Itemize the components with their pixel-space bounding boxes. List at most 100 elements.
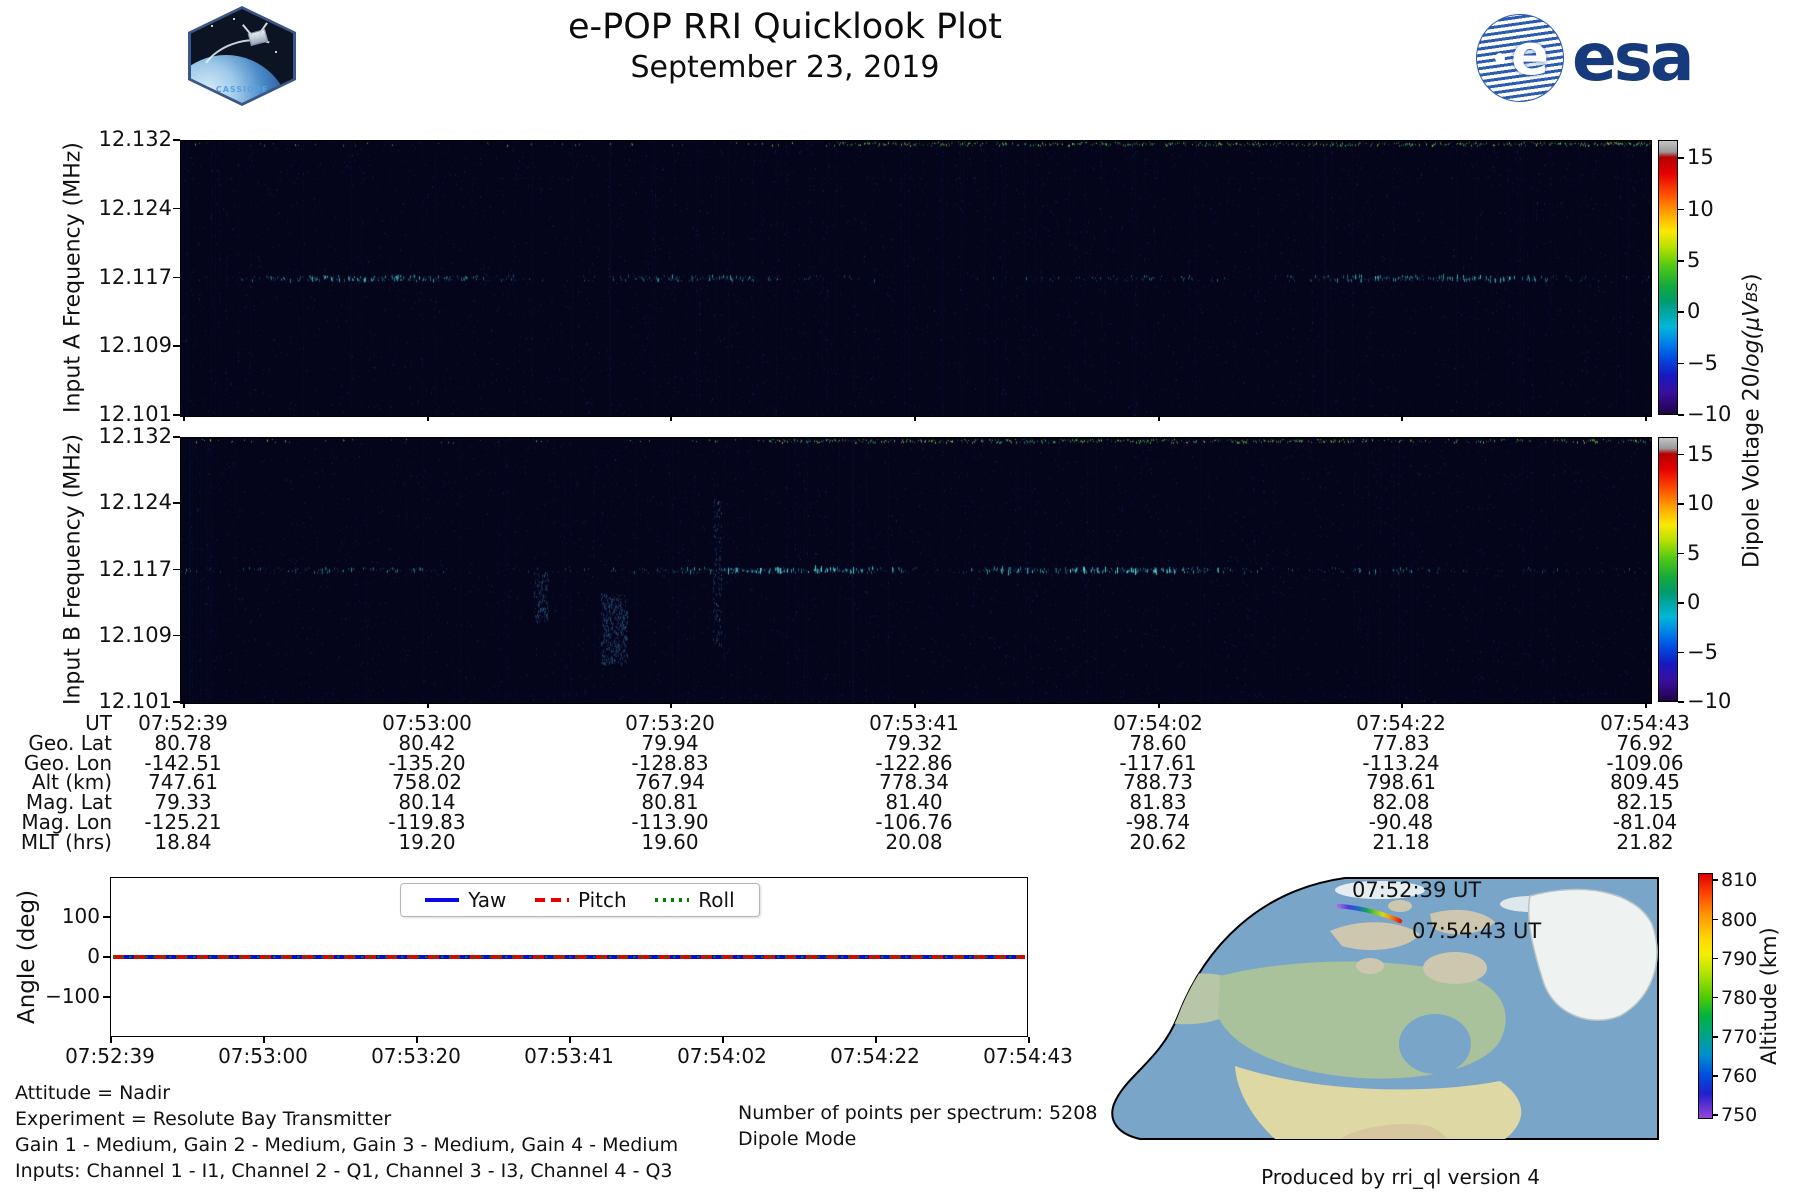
alt-tick-label: 770 [1721, 1026, 1758, 1048]
alt-tick-mark [1713, 996, 1718, 999]
quicklook-plot-page: CASSIOPE e-POP RRI Quicklook Plot Septem… [0, 0, 1800, 1200]
altitude-colorbar [1698, 873, 1713, 1119]
dipole-voltage-colorbar-label: Dipole Voltage 20 log(μV BS) [1735, 140, 1769, 702]
alt-tick-label: 800 [1721, 908, 1758, 931]
legend-entry-roll: Roll [655, 888, 735, 912]
legend-label-roll: Roll [698, 888, 735, 912]
header-titles: e-POP RRI Quicklook Plot September 23, 2… [330, 6, 1240, 86]
colorbar-label-normal: Dipole Voltage 20 [1739, 373, 1765, 569]
angle-time-tick-mark [263, 1037, 265, 1043]
experiment-text: Experiment = Resolute Bay Transmitter [15, 1108, 392, 1130]
freq-tick-label: 12.132 [98, 424, 172, 448]
gains-text: Gain 1 - Medium, Gain 2 - Medium, Gain 3… [15, 1134, 679, 1156]
track-end-label: 07:54:43 UT [1412, 919, 1541, 943]
attitude-legend: Yaw Pitch Roll [400, 883, 760, 917]
time-tick-mark [914, 702, 916, 708]
time-tick-mark [1645, 702, 1647, 708]
track-start-label: 07:52:39 UT [1352, 878, 1481, 902]
baffin-island [1423, 952, 1487, 984]
freq-tick-mark [173, 701, 180, 703]
dipole-voltage-colorbar-b [1658, 437, 1678, 702]
input-b-spectrogram-canvas [180, 437, 1652, 704]
alt-tick-mark [1713, 1114, 1718, 1116]
angle-time-tick-mark [875, 1037, 877, 1043]
colorbar-tick-mark [1678, 651, 1684, 654]
colorbar-tick-label: −10 [1687, 689, 1732, 713]
freq-tick-label: 12.117 [98, 264, 172, 289]
angle-time-tick-label: 07:53:41 [524, 1044, 614, 1068]
angle-tick-label: 0 [87, 944, 100, 968]
freq-tick-label: 12.109 [98, 622, 172, 647]
esa-wordmark: esa [1572, 19, 1695, 96]
table-cell: 18.84 [154, 829, 212, 854]
attitude-text: Attitude = Nadir [15, 1082, 171, 1104]
cassiope-patch-background: CASSIOPE [191, 9, 293, 103]
colorbar-tick-mark [1678, 157, 1684, 159]
freq-tick-mark [173, 414, 180, 416]
colorbar-tick-mark [1678, 453, 1684, 456]
legend-entry-pitch: Pitch [534, 888, 627, 912]
colorbar-label-italic: log(μV [1739, 302, 1765, 374]
dipole-mode-text: Dipole Mode [738, 1128, 857, 1150]
freq-tick-label: 12.132 [98, 127, 172, 151]
freq-tick-mark [173, 436, 180, 438]
colorbar-tick-label: 0 [1687, 299, 1701, 324]
angle-time-tick-label: 07:53:00 [218, 1044, 308, 1068]
angle-time-tick-mark [416, 1037, 418, 1043]
freq-tick-mark [173, 568, 180, 570]
time-tick-mark [1401, 702, 1403, 708]
freq-tick-mark [173, 502, 180, 504]
alt-tick-label: 810 [1721, 869, 1758, 892]
colorbar-tick-mark [1678, 208, 1684, 211]
colorbar-tick-label: 5 [1687, 540, 1701, 565]
cassiope-mission-logo: CASSIOPE [188, 6, 296, 106]
angle-tick-label: 100 [61, 904, 100, 928]
hudson-bay [1399, 1014, 1471, 1074]
legend-entry-yaw: Yaw [425, 888, 506, 912]
input-a-spectrogram-canvas [180, 140, 1652, 417]
freq-tick-label: 12.124 [98, 490, 172, 515]
colorbar-tick-mark [1678, 311, 1684, 313]
angle-time-tick-mark [1028, 1037, 1030, 1043]
esa-globe-e: e [1511, 23, 1549, 88]
dipole-voltage-colorbar-a [1658, 140, 1678, 415]
colorbar-tick-label: 5 [1687, 248, 1701, 273]
cassiope-patch-label: CASSIOPE [215, 85, 269, 94]
star-dot [211, 25, 213, 27]
freq-tick-label: 12.124 [98, 195, 172, 220]
table-cell: 19.20 [398, 829, 456, 854]
input-b-axis-label: Input B Frequency (MHz) [60, 434, 86, 705]
freq-tick-label: 12.117 [98, 556, 172, 581]
time-tick-mark [914, 415, 916, 421]
time-tick-mark [1158, 415, 1160, 421]
roll-line [113, 956, 1025, 958]
alt-tick-mark [1713, 918, 1718, 921]
produced-by-text: Produced by rri_ql version 4 [1261, 1165, 1540, 1189]
time-tick-mark [1401, 415, 1403, 421]
angle-tick-label: −100 [45, 984, 100, 1008]
pitch-line-sample [534, 898, 569, 902]
alt-tick-mark [1713, 957, 1718, 960]
colorbar-tick-mark [1678, 414, 1684, 416]
colorbar-tick-label: 10 [1687, 491, 1714, 516]
points-per-spectrum-text: Number of points per spectrum: 5208 [738, 1102, 1098, 1124]
colorbar-label-sub: BS [1743, 282, 1761, 303]
angle-time-tick-label: 07:52:39 [65, 1044, 155, 1068]
time-tick-mark [183, 415, 185, 421]
time-tick-mark [183, 702, 185, 708]
esa-globe-dot [1495, 53, 1505, 63]
colorbar-tick-label: 15 [1687, 145, 1714, 170]
page-date: September 23, 2019 [630, 49, 940, 85]
angle-tick-mark [103, 956, 110, 958]
time-tick-mark [1645, 415, 1647, 421]
angle-time-tick-label: 07:54:43 [983, 1044, 1073, 1068]
colorbar-tick-mark [1678, 362, 1684, 365]
angle-time-tick-label: 07:53:20 [371, 1044, 461, 1068]
alt-tick-mark [1713, 1036, 1718, 1038]
alt-tick-mark [1713, 879, 1718, 881]
time-tick-mark [670, 702, 672, 708]
alt-tick-label: 760 [1721, 1065, 1758, 1088]
roll-line-sample [655, 898, 690, 902]
altitude-colorbar-label: Altitude (km) [1757, 927, 1781, 1065]
colorbar-tick-label: −5 [1687, 639, 1718, 664]
